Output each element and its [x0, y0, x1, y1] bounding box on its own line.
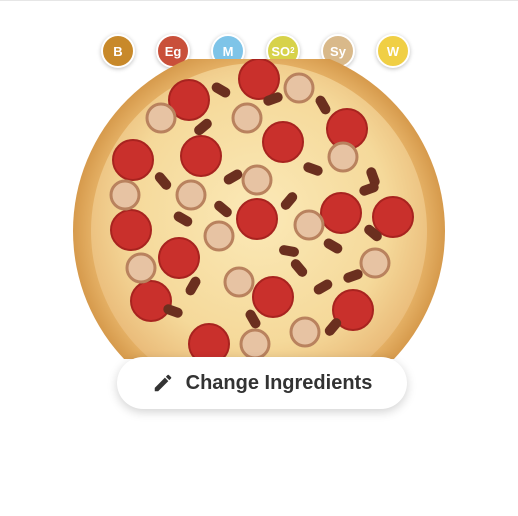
- pepperoni-slice: [236, 198, 278, 240]
- pepperoni-slice: [262, 121, 304, 163]
- pepperoni-slice: [320, 192, 362, 234]
- sausage-slice: [293, 209, 325, 241]
- allergen-label: SO: [271, 43, 291, 59]
- pepperoni-slice: [188, 323, 230, 359]
- pepperoni-slice: [112, 139, 154, 181]
- pizza-image: [73, 59, 445, 359]
- pepperoni-slice: [372, 196, 414, 238]
- allergen-label: M: [222, 43, 234, 59]
- sausage-slice: [239, 328, 271, 359]
- sausage-slice: [125, 252, 157, 284]
- sausage-slice: [241, 164, 273, 196]
- allergen-label: Sy: [330, 43, 346, 59]
- sausage-slice: [231, 102, 263, 134]
- sausage-slice: [175, 179, 207, 211]
- allergen-label: B: [113, 43, 123, 59]
- sausage-slice: [145, 102, 177, 134]
- pepperoni-slice: [110, 209, 152, 251]
- pizza-illustration: [73, 59, 445, 359]
- pencil-icon: [154, 374, 171, 392]
- allergen-label: W: [386, 43, 400, 59]
- sausage-slice: [327, 141, 359, 173]
- sausage-slice: [203, 220, 235, 252]
- allergen-label: Eg: [164, 43, 182, 59]
- pepperoni-slice: [130, 280, 172, 322]
- change-ingredients-button[interactable]: Change Ingredients: [117, 357, 407, 409]
- sausage-slice: [223, 266, 255, 298]
- sausage-slice: [289, 316, 321, 348]
- sausage-slice: [359, 247, 391, 279]
- pepperoni-slice: [238, 59, 280, 100]
- pepperoni-slice: [252, 276, 294, 318]
- change-ingredients-label: Change Ingredients: [185, 371, 373, 394]
- sausage-slice: [283, 72, 315, 104]
- pepperoni-slice: [158, 237, 200, 279]
- top-divider: [0, 0, 518, 1]
- pepperoni-slice: [180, 135, 222, 177]
- sausage-slice: [109, 179, 141, 211]
